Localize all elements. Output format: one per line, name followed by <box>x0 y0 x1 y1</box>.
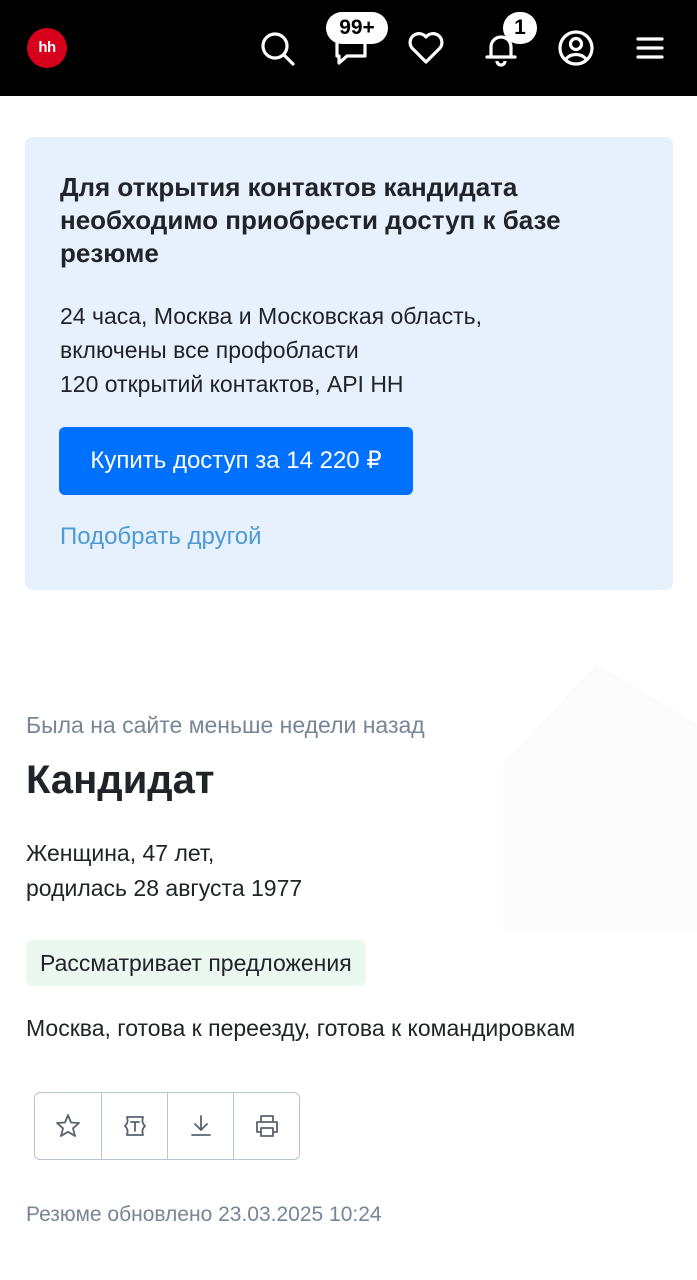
profile-avatar-icon[interactable] <box>556 28 596 68</box>
translate-button[interactable] <box>101 1093 167 1159</box>
banner-desc-line: включены все профобласти <box>60 337 359 363</box>
banner-title: Для открытия контактов кандидата необход… <box>60 172 561 268</box>
notifications-count-badge: 1 <box>503 12 537 44</box>
favorites-heart-icon[interactable] <box>406 28 446 68</box>
resume-updated-timestamp: Резюме обновлено 23.03.2025 10:24 <box>26 1203 382 1226</box>
hh-logo[interactable]: hh <box>27 28 67 68</box>
last-seen-text: Была на сайте меньше недели назад <box>26 712 425 738</box>
background-decoration <box>503 664 697 932</box>
translate-icon <box>123 1116 146 1136</box>
job-search-status-badge: Рассматривает предложения <box>26 940 366 986</box>
resume-actions-toolbar <box>34 1092 300 1160</box>
favorite-star-button[interactable] <box>35 1093 101 1159</box>
candidate-demographics: Женщина, 47 лет, родилась 28 августа 197… <box>26 836 302 906</box>
star-icon <box>56 1114 80 1137</box>
print-button[interactable] <box>233 1093 299 1159</box>
choose-other-link[interactable]: Подобрать другой <box>60 523 262 551</box>
search-icon[interactable] <box>257 28 297 68</box>
printer-icon <box>255 1115 278 1137</box>
top-nav: hh 99+ 1 <box>0 0 697 96</box>
location-text: Москва, готова к переезду, готова к кома… <box>26 1015 576 1041</box>
banner-desc-line: 24 часа, Москва и Московская область, <box>60 303 483 329</box>
download-icon <box>190 1115 211 1136</box>
banner-desc-line: 120 открытий контактов, API HH <box>60 371 404 397</box>
birth-date-text: родилась 28 августа 1977 <box>26 875 303 901</box>
menu-icon[interactable] <box>630 28 670 68</box>
messages-count-badge: 99+ <box>326 12 388 44</box>
gender-age-text: Женщина, 47 лет, <box>26 840 215 866</box>
buy-access-button[interactable]: Купить доступ за 14 220 ₽ <box>59 427 413 495</box>
download-button[interactable] <box>167 1093 233 1159</box>
page-title: Кандидат <box>26 758 215 802</box>
access-paywall-banner: Для открытия контактов кандидата необход… <box>25 137 673 590</box>
banner-description: 24 часа, Москва и Московская область, вк… <box>60 299 650 401</box>
